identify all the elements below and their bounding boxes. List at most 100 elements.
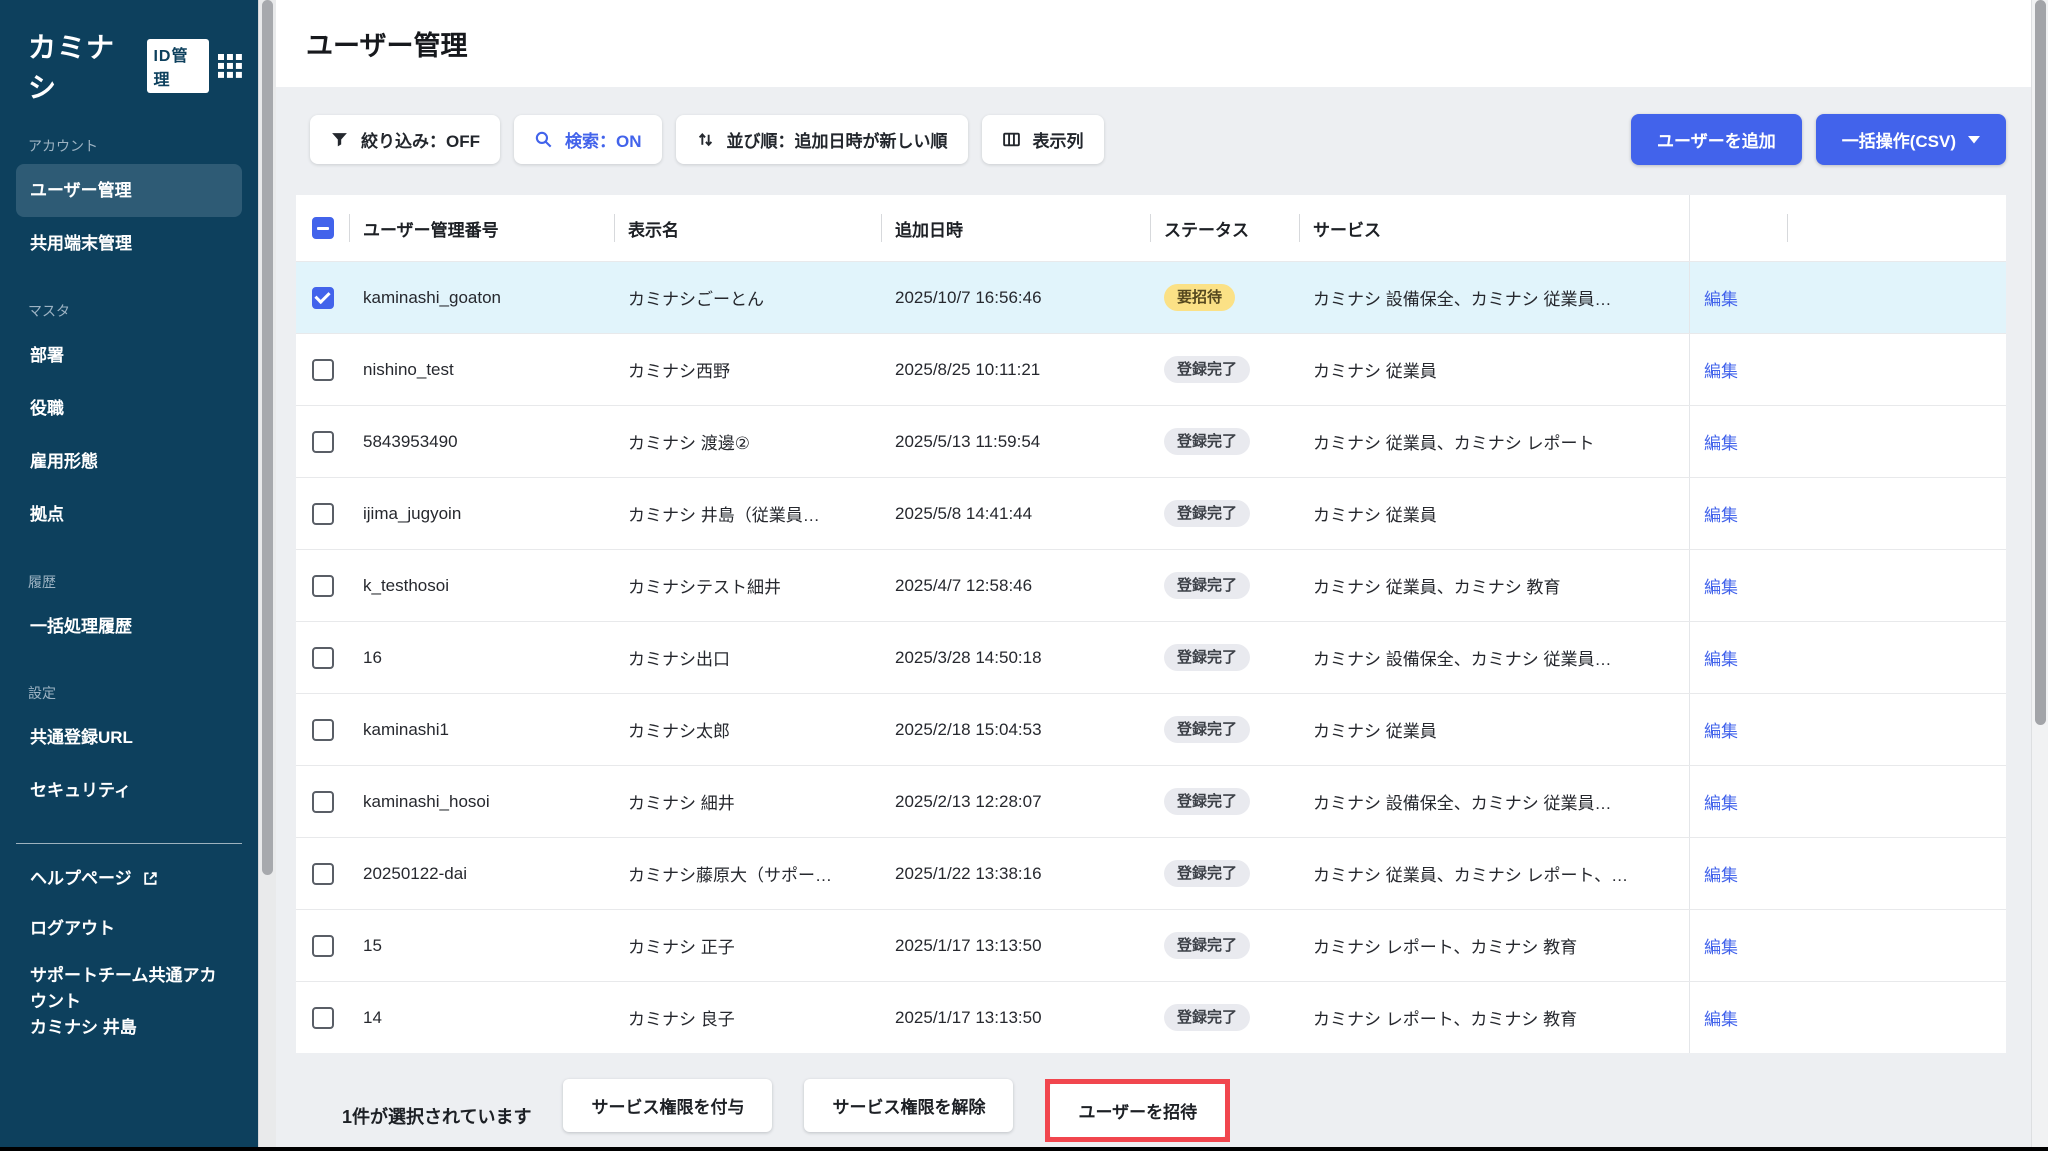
table-row[interactable]: kaminashi_goaton カミナシごーとん 2025/10/7 16:5… — [296, 261, 2006, 333]
columns-icon — [1002, 130, 1021, 149]
edit-link[interactable]: 編集 — [1704, 429, 1738, 454]
cell-user-id: kaminashi_goaton — [349, 288, 614, 308]
cell-added-datetime: 2025/2/18 15:04:53 — [881, 720, 1150, 740]
page-scrollbar-thumb[interactable] — [2035, 0, 2046, 725]
cell-user-id: kaminashi_hosoi — [349, 792, 614, 812]
sidebar-item-position[interactable]: 役職 — [16, 382, 242, 435]
table-row[interactable]: k_testhosoi カミナシテスト細井 2025/4/7 12:58:46 … — [296, 549, 2006, 621]
edit-link[interactable]: 編集 — [1704, 357, 1738, 382]
invite-user-button[interactable]: ユーザーを招待 — [1050, 1084, 1225, 1137]
table-row[interactable]: nishino_test カミナシ西野 2025/8/25 10:11:21 登… — [296, 333, 2006, 405]
edit-link[interactable]: 編集 — [1704, 573, 1738, 598]
status-badge: 登録完了 — [1164, 716, 1250, 743]
edit-link[interactable]: 編集 — [1704, 1005, 1738, 1030]
row-checkbox[interactable] — [312, 647, 334, 669]
app-grid-icon[interactable] — [218, 54, 242, 78]
cell-added-datetime: 2025/5/13 11:59:54 — [881, 432, 1150, 452]
filter-button[interactable]: 絞り込み：OFF — [310, 115, 500, 164]
revoke-service-permission-button[interactable]: サービス権限を解除 — [804, 1079, 1013, 1132]
sidebar-item-shared-device[interactable]: 共用端末管理 — [16, 217, 242, 270]
sidebar-item-logout[interactable]: ログアウト — [16, 904, 242, 953]
row-checkbox[interactable] — [312, 503, 334, 525]
row-checkbox-cell — [296, 1007, 349, 1029]
cell-display-name: カミナシ出口 — [614, 645, 881, 670]
sidebar-item-user-management[interactable]: ユーザー管理 — [16, 164, 242, 217]
cell-display-name: カミナシ西野 — [614, 357, 881, 382]
sidebar-item-security[interactable]: セキュリティ — [16, 764, 242, 817]
columns-button[interactable]: 表示列 — [982, 115, 1104, 164]
edit-link[interactable]: 編集 — [1704, 861, 1738, 886]
sort-button[interactable]: 並び順：追加日時が新しい順 — [676, 115, 968, 164]
cell-added-datetime: 2025/10/7 16:56:46 — [881, 288, 1150, 308]
table-row[interactable]: kaminashi_hosoi カミナシ 細井 2025/2/13 12:28:… — [296, 765, 2006, 837]
add-user-label: ユーザーを追加 — [1657, 127, 1776, 152]
sidebar-group-master: マスタ — [28, 301, 230, 321]
add-user-button[interactable]: ユーザーを追加 — [1631, 114, 1802, 165]
row-checkbox[interactable] — [312, 359, 334, 381]
table-row[interactable]: 14 カミナシ 良子 2025/1/17 13:13:50 登録完了 カミナシ … — [296, 981, 2006, 1053]
row-checkbox-cell — [296, 503, 349, 525]
cell-added-datetime: 2025/1/17 13:13:50 — [881, 1008, 1150, 1028]
cell-services: カミナシ 従業員、カミナシ レポート — [1299, 429, 1689, 454]
bulk-operation-button[interactable]: 一括操作(CSV) — [1816, 114, 2006, 165]
table-row[interactable]: 20250122-dai カミナシ藤原大（サポー… 2025/1/22 13:3… — [296, 837, 2006, 909]
row-checkbox[interactable] — [312, 791, 334, 813]
table-body: kaminashi_goaton カミナシごーとん 2025/10/7 16:5… — [296, 261, 2006, 1053]
cell-services: カミナシ 従業員、カミナシ レポート、… — [1299, 861, 1689, 886]
window-bottom-edge — [0, 1147, 2048, 1151]
header-checkbox-cell — [296, 195, 349, 261]
cell-edit: 編集 — [1689, 694, 1787, 765]
sidebar-item-label: ヘルプページ — [30, 868, 132, 889]
cell-display-name: カミナシ 良子 — [614, 1005, 881, 1030]
cell-status: 登録完了 — [1150, 428, 1299, 455]
sidebar-item-department[interactable]: 部署 — [16, 329, 242, 382]
edit-link[interactable]: 編集 — [1704, 645, 1738, 670]
edit-link[interactable]: 編集 — [1704, 789, 1738, 814]
edit-link[interactable]: 編集 — [1704, 285, 1738, 310]
sidebar-item-employment-type[interactable]: 雇用形態 — [16, 435, 242, 488]
row-checkbox[interactable] — [312, 863, 334, 885]
row-checkbox-cell — [296, 575, 349, 597]
row-checkbox[interactable] — [312, 1007, 334, 1029]
sidebar-item-help[interactable]: ヘルプページ — [16, 854, 242, 903]
edit-link[interactable]: 編集 — [1704, 501, 1738, 526]
cell-user-id: 20250122-dai — [349, 864, 614, 884]
select-all-checkbox[interactable] — [312, 217, 334, 239]
sidebar-scrollbar[interactable] — [258, 0, 276, 1151]
status-badge: 登録完了 — [1164, 788, 1250, 815]
brand-name: カミナシ — [28, 26, 138, 106]
table-row[interactable]: 5843953490 カミナシ 渡邊② 2025/5/13 11:59:54 登… — [296, 405, 2006, 477]
row-checkbox[interactable] — [312, 719, 334, 741]
page-scrollbar[interactable] — [2031, 0, 2048, 1151]
search-button[interactable]: 検索：ON — [514, 115, 662, 164]
edit-link[interactable]: 編集 — [1704, 717, 1738, 742]
cell-status: 登録完了 — [1150, 716, 1299, 743]
sidebar-group-account: アカウント — [28, 136, 230, 156]
sidebar-item-common-registration-url[interactable]: 共通登録URL — [16, 711, 242, 764]
row-checkbox[interactable] — [312, 431, 334, 453]
table-row[interactable]: kaminashi1 カミナシ太郎 2025/2/18 15:04:53 登録完… — [296, 693, 2006, 765]
table-row[interactable]: 16 カミナシ出口 2025/3/28 14:50:18 登録完了 カミナシ 設… — [296, 621, 2006, 693]
sidebar-group-settings: 設定 — [28, 683, 230, 703]
sidebar-item-site[interactable]: 拠点 — [16, 488, 242, 541]
sidebar-item-label: 共用端末管理 — [30, 233, 132, 254]
sidebar-item-bulk-history[interactable]: 一括処理履歴 — [16, 600, 242, 653]
cell-edit: 編集 — [1689, 478, 1787, 549]
table-row[interactable]: ijima_jugyoin カミナシ 井島（従業員… 2025/5/8 14:4… — [296, 477, 2006, 549]
cell-user-id: kaminashi1 — [349, 720, 614, 740]
cell-status: 登録完了 — [1150, 356, 1299, 383]
cell-status: 登録完了 — [1150, 572, 1299, 599]
cell-user-id: k_testhosoi — [349, 576, 614, 596]
table-row[interactable]: 15 カミナシ 正子 2025/1/17 13:13:50 登録完了 カミナシ … — [296, 909, 2006, 981]
sidebar-item-label: セキュリティ — [30, 780, 131, 801]
row-checkbox[interactable] — [312, 575, 334, 597]
sidebar-scrollbar-thumb[interactable] — [262, 0, 273, 875]
row-checkbox[interactable] — [312, 935, 334, 957]
row-checkbox[interactable] — [312, 287, 334, 309]
grant-service-permission-button[interactable]: サービス権限を付与 — [563, 1079, 772, 1132]
page-header: ユーザー管理 — [276, 0, 2031, 87]
row-checkbox-cell — [296, 719, 349, 741]
edit-link[interactable]: 編集 — [1704, 933, 1738, 958]
sidebar-item-label: 共通登録URL — [30, 727, 133, 748]
filter-icon — [330, 130, 349, 149]
